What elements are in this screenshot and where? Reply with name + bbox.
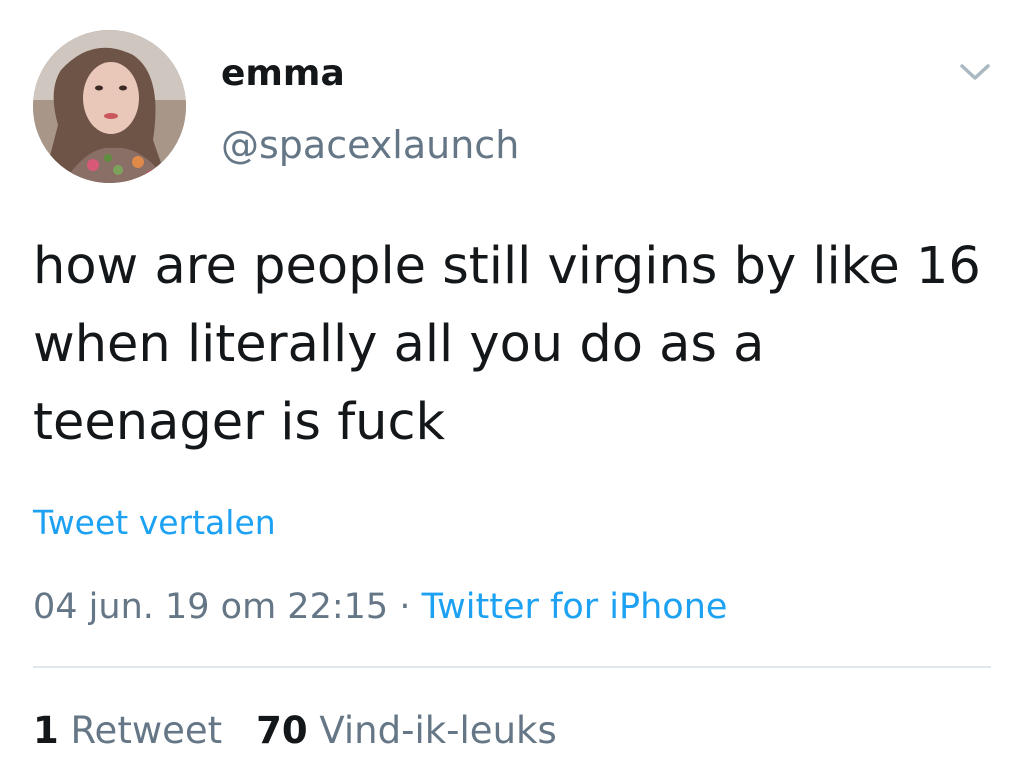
tweet-meta: 04 jun. 19 om 22:15 · Twitter for iPhone <box>33 584 727 630</box>
likes-count: 70 <box>256 709 308 752</box>
retweets-count: 1 <box>33 709 59 752</box>
meta-separator: · <box>399 587 411 627</box>
avatar[interactable] <box>33 30 186 183</box>
tweet-stats: 1 Retweet 70 Vind-ik-leuks <box>33 707 591 755</box>
avatar-photo <box>33 30 186 183</box>
likes-stat[interactable]: 70 Vind-ik-leuks <box>256 709 557 752</box>
translate-tweet-link[interactable]: Tweet vertalen <box>33 501 276 545</box>
display-name[interactable]: emma <box>221 52 345 96</box>
chevron-down-icon[interactable] <box>958 60 992 84</box>
retweets-label: Retweet <box>70 709 223 752</box>
likes-label: Vind-ik-leuks <box>319 709 557 752</box>
divider <box>33 666 991 668</box>
retweets-stat[interactable]: 1 Retweet <box>33 709 222 752</box>
tweet-card: emma @spacexlaunch how are people still … <box>0 0 1024 766</box>
user-handle[interactable]: @spacexlaunch <box>221 122 519 168</box>
tweet-timestamp[interactable]: 04 jun. 19 om 22:15 <box>33 587 388 627</box>
tweet-source-link[interactable]: Twitter for iPhone <box>422 587 728 627</box>
tweet-text: how are people still virgins by like 16 … <box>33 237 981 452</box>
